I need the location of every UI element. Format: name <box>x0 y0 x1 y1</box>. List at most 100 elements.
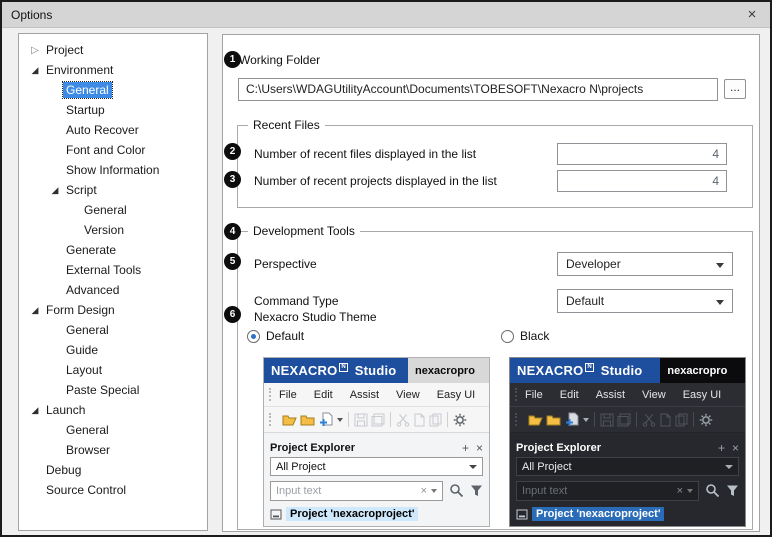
tree-item-auto-recover[interactable]: Auto Recover <box>19 120 207 140</box>
preview-menu-edit: Edit <box>314 389 333 401</box>
chevron-down-icon <box>583 418 589 425</box>
preview-document-tab: nexacropro <box>660 358 745 383</box>
step-badge-6: 6 <box>224 306 241 323</box>
new-file-icon <box>318 412 334 427</box>
theme-label: Nexacro Studio Theme <box>254 310 377 324</box>
save-icon <box>354 413 368 427</box>
tree-expanded-icon[interactable]: ◢ <box>29 405 41 416</box>
nexacro-sup-n: N <box>339 363 348 372</box>
search-icon <box>449 483 464 498</box>
grip-icon <box>515 388 518 401</box>
titlebar[interactable]: Options × <box>2 2 770 28</box>
tree-item-advanced[interactable]: Advanced <box>19 280 207 300</box>
chevron-down-icon <box>687 489 693 493</box>
recent-projects-count-input[interactable]: 4 <box>557 170 727 192</box>
tree-item-script[interactable]: ◢Script <box>19 180 207 200</box>
preview-menu-assist: Assist <box>596 389 625 401</box>
tree-item-label: External Tools <box>63 262 144 278</box>
tree-item-font-and-color[interactable]: Font and Color <box>19 140 207 160</box>
tree-item-environment[interactable]: ◢Environment <box>19 60 207 80</box>
tree-item-project[interactable]: ▷Project <box>19 40 207 60</box>
theme-default-label: Default <box>266 329 304 343</box>
tree-item-label: Startup <box>63 102 108 118</box>
clear-icon: × <box>421 485 427 497</box>
grip-icon <box>269 413 272 426</box>
grip-icon <box>269 388 272 401</box>
preview-menu-edit: Edit <box>560 389 579 401</box>
tree-item-show-information[interactable]: Show Information <box>19 160 207 180</box>
tree-item-browser[interactable]: Browser <box>19 440 207 460</box>
nexacro-studio-logo: NEXACRON Studio <box>510 358 660 383</box>
theme-black-label: Black <box>520 329 549 343</box>
pin-icon: + <box>462 441 469 455</box>
settings-gear-icon <box>453 413 467 427</box>
tree-item-paste-special[interactable]: Paste Special <box>19 380 207 400</box>
chevron-down-icon <box>716 300 724 305</box>
new-file-icon <box>564 412 580 427</box>
settings-tree: ▷Project◢EnvironmentGeneralStartupAuto R… <box>18 33 208 531</box>
recent-projects-count-label: Number of recent projects displayed in t… <box>254 174 497 188</box>
tree-item-label: Environment <box>43 62 116 78</box>
tree-item-source-control[interactable]: Source Control <box>19 480 207 500</box>
preview-menu-file: File <box>279 389 297 401</box>
radio-selected-icon[interactable] <box>247 330 260 343</box>
tree-item-general[interactable]: General <box>19 200 207 220</box>
preview-toolbar <box>264 406 489 433</box>
tree-item-label: Auto Recover <box>63 122 142 138</box>
explorer-title: Project Explorer <box>516 442 601 454</box>
preview-menu-assist: Assist <box>350 389 379 401</box>
preview-explorer-panel: Project Explorer +× All Project Input te… <box>264 433 489 526</box>
perspective-select[interactable]: Developer <box>557 252 733 276</box>
tree-item-startup[interactable]: Startup <box>19 100 207 120</box>
command-type-value: Default <box>566 294 604 308</box>
tree-item-external-tools[interactable]: External Tools <box>19 260 207 280</box>
theme-preview-default: NEXACRON Studio nexacropro FileEditAssis… <box>263 357 490 527</box>
tree-item-layout[interactable]: Layout <box>19 360 207 380</box>
copy-doc-icon <box>675 413 688 427</box>
folder-icon <box>300 413 315 426</box>
tree-item-generate[interactable]: Generate <box>19 240 207 260</box>
recent-files-count-label: Number of recent files displayed in the … <box>254 147 476 161</box>
step-badge-5: 5 <box>224 253 241 270</box>
working-folder-input[interactable]: C:\Users\WDAGUtilityAccount\Documents\TO… <box>238 78 718 101</box>
settings-gear-icon <box>699 413 713 427</box>
tree-item-guide[interactable]: Guide <box>19 340 207 360</box>
tree-item-label: Paste Special <box>63 382 142 398</box>
preview-menubar: FileEditAssistViewEasy UI <box>264 383 489 406</box>
tree-expanded-icon[interactable]: ◢ <box>29 65 41 76</box>
radio-unselected-icon[interactable] <box>501 330 514 343</box>
tree-expanded-icon[interactable]: ◢ <box>29 305 41 316</box>
preview-menu-easy-ui: Easy UI <box>437 389 476 401</box>
tree-collapsed-icon[interactable]: ▷ <box>29 45 41 56</box>
theme-option-default[interactable]: Default <box>247 329 304 343</box>
browse-button[interactable]: ... <box>724 79 746 99</box>
tree-item-general[interactable]: General <box>19 80 207 100</box>
tree-expanded-icon[interactable]: ◢ <box>49 185 61 196</box>
tree-item-form-design[interactable]: ◢Form Design <box>19 300 207 320</box>
preview-menu-view: View <box>642 389 666 401</box>
options-dialog: Options × ▷Project◢EnvironmentGeneralSta… <box>0 0 772 537</box>
tree-item-label: Debug <box>43 462 84 478</box>
tree-item-general[interactable]: General <box>19 320 207 340</box>
theme-option-black[interactable]: Black <box>501 329 549 343</box>
explorer-search-row: Input text × <box>516 480 739 501</box>
tree-item-label: Guide <box>63 342 101 358</box>
close-icon[interactable]: × <box>742 5 762 25</box>
tree-item-launch[interactable]: ◢Launch <box>19 400 207 420</box>
tree-item-label: Source Control <box>43 482 129 498</box>
command-type-select[interactable]: Default <box>557 289 733 313</box>
chevron-down-icon <box>716 263 724 268</box>
tree-item-label: Advanced <box>63 282 122 298</box>
tree-item-debug[interactable]: Debug <box>19 460 207 480</box>
development-tools-group: Development Tools Perspective Developer … <box>237 231 753 530</box>
tree-item-label: Launch <box>43 402 88 418</box>
recent-files-count-input[interactable]: 4 <box>557 143 727 165</box>
working-folder-label: Working Folder <box>239 53 320 67</box>
tree-item-general[interactable]: General <box>19 420 207 440</box>
search-icon <box>705 483 720 498</box>
tree-item-version[interactable]: Version <box>19 220 207 240</box>
folder-icon <box>546 413 561 426</box>
tree-item-label: General <box>63 422 112 438</box>
filter-icon <box>470 484 483 497</box>
tree-item-label: Font and Color <box>63 142 148 158</box>
